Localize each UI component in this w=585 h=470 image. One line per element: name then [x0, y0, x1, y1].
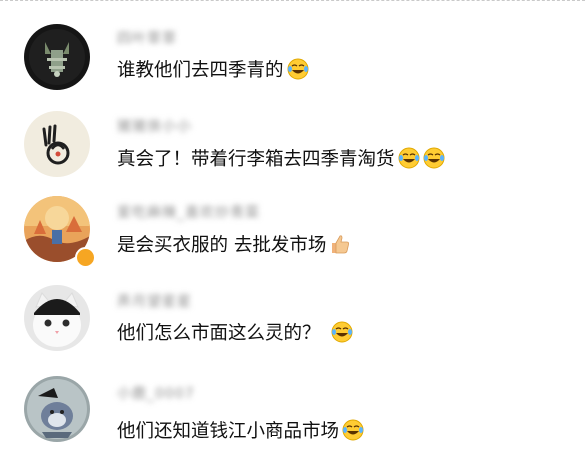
avatar[interactable] [24, 376, 90, 442]
verified-badge-icon [75, 247, 96, 268]
comment-text-content: 他们还知道钱江小商品市场 [117, 421, 340, 442]
laugh-cry-emoji-icon [342, 419, 364, 441]
comment-text-content: 真会了！带着行李箱去四季青淘货 [117, 149, 395, 170]
avatar[interactable] [24, 111, 90, 177]
username[interactable]: 猪猪侠小小 [117, 116, 192, 136]
comment-text-content: 是会买衣服的 去批发市场 [117, 235, 327, 256]
top-divider [0, 0, 585, 1]
comment-item-3[interactable]: 爱吃麻辣_喜欢炒青菜 是会买衣服的 去批发市场 [0, 188, 585, 268]
comment-item-5[interactable]: 小鹿_0007 他们还知道钱江小商品市场 [0, 366, 585, 446]
comment-text-content: 谁教他们去四季青的 [117, 60, 284, 81]
avatar[interactable] [24, 285, 90, 351]
comment-text: 他们还知道钱江小商品市场 [117, 417, 364, 443]
laugh-cry-emoji-icon [331, 321, 353, 343]
comment-text: 他们怎么市面这么灵的？ [117, 319, 353, 345]
comment-text: 是会买衣服的 去批发市场 [117, 231, 351, 257]
thumbs-up-emoji-icon [329, 233, 351, 255]
comment-item-4[interactable]: 弄月望星星 他们怎么市面这么灵的？ [0, 273, 585, 353]
comment-text-content: 他们怎么市面这么灵的？ [117, 323, 321, 344]
username[interactable]: 四叶草草 [117, 28, 177, 48]
comment-text: 真会了！带着行李箱去四季青淘货 [117, 145, 445, 171]
username[interactable]: 小鹿_0007 [117, 383, 195, 403]
laugh-cry-emoji-icon [398, 147, 420, 169]
comment-text: 谁教他们去四季青的 [117, 56, 309, 82]
username[interactable]: 弄月望星星 [117, 291, 192, 311]
comment-item-1[interactable]: 四叶草草 谁教他们去四季青的 [0, 14, 585, 94]
comment-item-2[interactable]: 猪猪侠小小 真会了！带着行李箱去四季青淘货 [0, 102, 585, 182]
laugh-cry-emoji-icon [287, 58, 309, 80]
avatar[interactable] [24, 24, 90, 90]
laugh-cry-emoji-icon [423, 147, 445, 169]
username[interactable]: 爱吃麻辣_喜欢炒青菜 [117, 202, 260, 222]
